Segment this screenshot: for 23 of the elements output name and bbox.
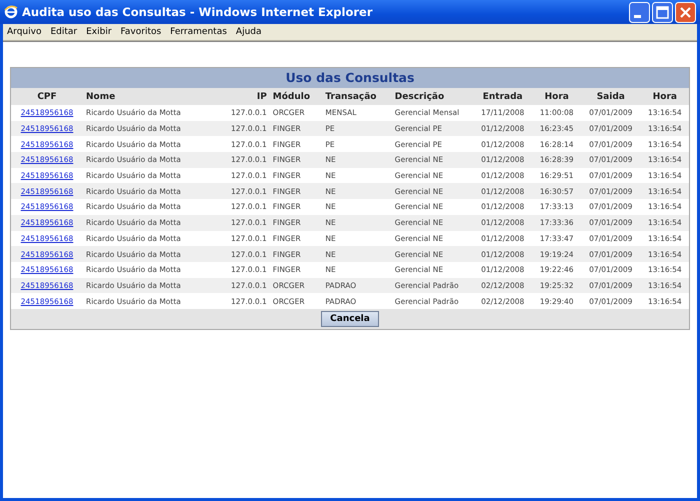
cancel-button[interactable]: Cancela	[321, 310, 379, 327]
menu-item[interactable]: Exibir	[86, 27, 112, 37]
browser-logo-icon	[4, 5, 18, 19]
column-header: Descrição	[394, 92, 444, 102]
column-header: Módulo	[272, 92, 310, 102]
column-header: IP	[256, 92, 267, 102]
menu-item[interactable]: Favoritos	[120, 27, 162, 37]
window-title: Audita uso das Consultas - Windows Internet Explorer	[22, 5, 373, 19]
menu-item[interactable]: Ferramentas	[170, 27, 227, 37]
close-button[interactable]	[675, 2, 696, 22]
column-header: Saida	[596, 92, 625, 102]
minimize-button[interactable]	[629, 2, 650, 22]
column-header: Entrada	[482, 92, 523, 102]
panel-title: Uso das Consultas	[11, 68, 689, 88]
column-header: Nome	[86, 92, 116, 102]
column-header: CPF	[37, 92, 57, 102]
column-header: Hora	[652, 92, 677, 102]
menu-item[interactable]: Ajuda	[236, 27, 262, 37]
menu-item[interactable]: Editar	[50, 27, 78, 37]
maximize-button[interactable]	[652, 2, 673, 22]
column-header: Hora	[544, 92, 569, 102]
menu-item[interactable]: Arquivo	[7, 27, 42, 37]
column-header: Transação	[325, 92, 376, 102]
